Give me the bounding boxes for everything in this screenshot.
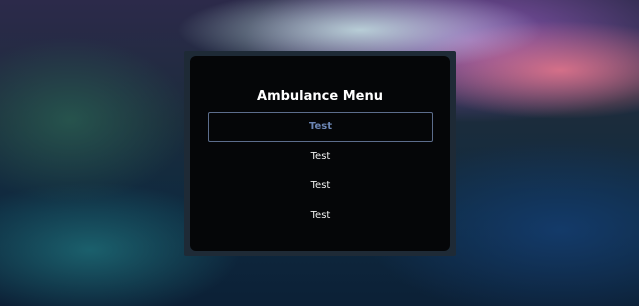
menu-item-4[interactable]: Test	[208, 201, 433, 231]
menu-title: Ambulance Menu	[257, 89, 383, 104]
menu-item-2[interactable]: Test	[208, 142, 433, 172]
menu-item-1[interactable]: Test	[208, 112, 433, 142]
menu-item-3[interactable]: Test	[208, 171, 433, 201]
ambulance-menu-panel: Ambulance Menu Test Test Test Test	[184, 51, 456, 256]
menu-body: Ambulance Menu Test Test Test Test	[190, 56, 450, 251]
